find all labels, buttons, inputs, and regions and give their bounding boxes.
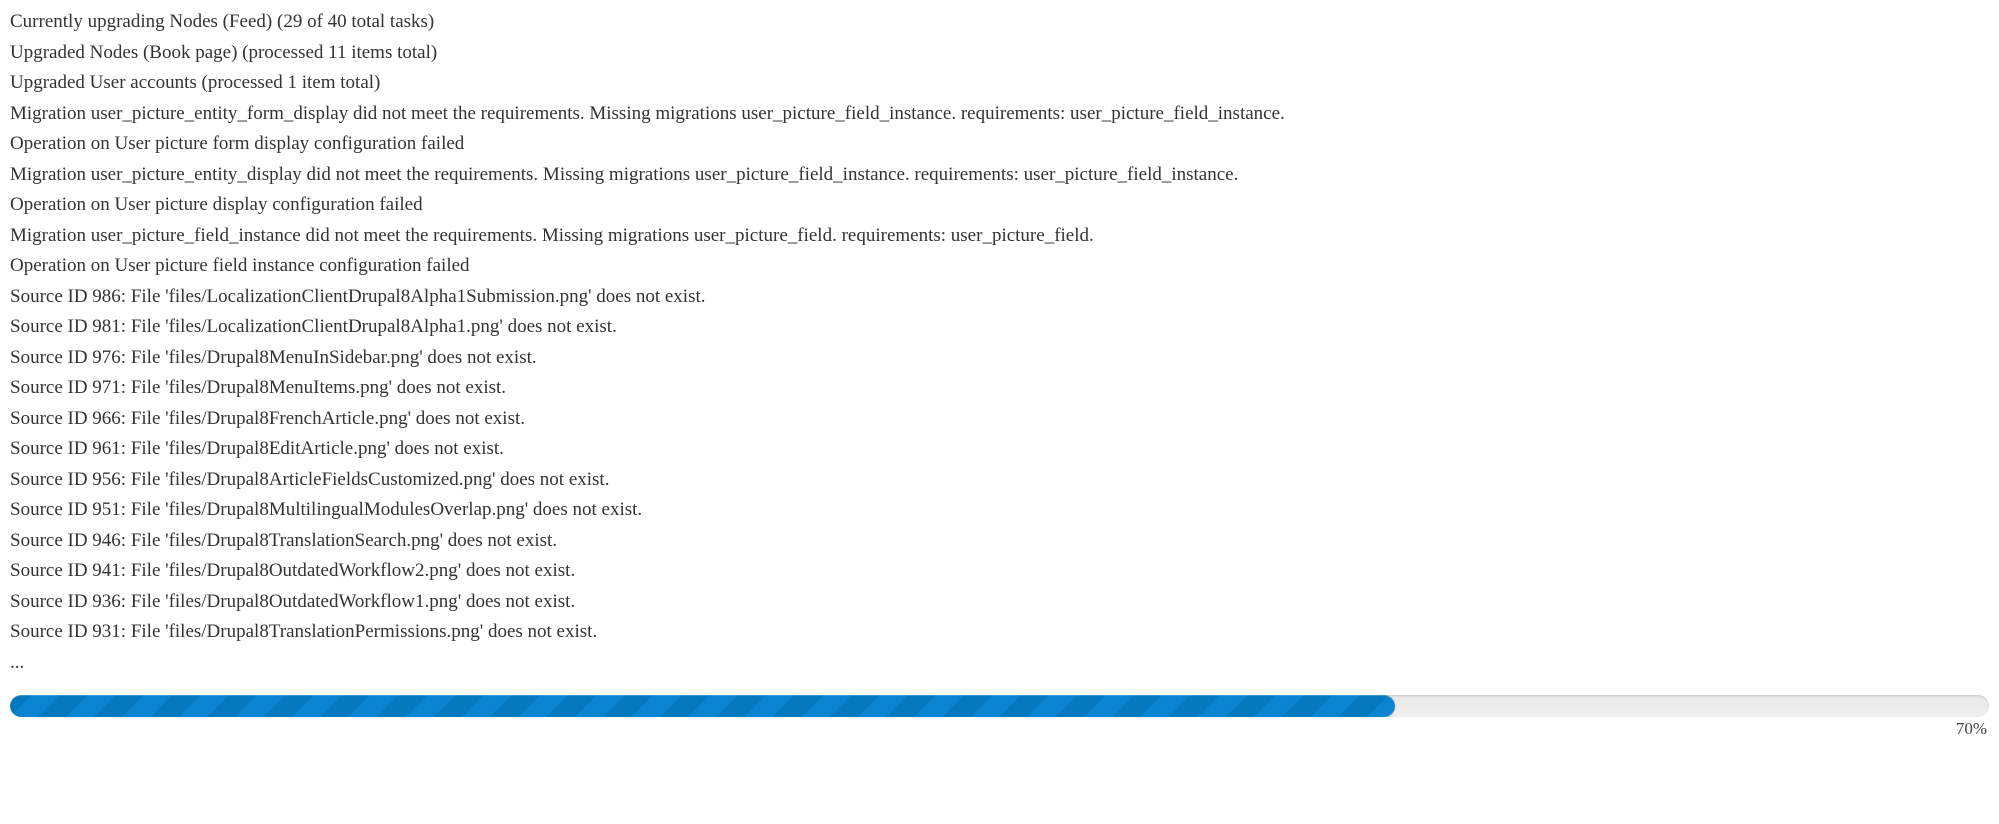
message-line: Upgraded User accounts (processed 1 item… — [10, 69, 1989, 98]
message-line: Source ID 936: File 'files/Drupal8Outdat… — [10, 588, 1989, 617]
message-line: Migration user_picture_entity_display di… — [10, 161, 1989, 190]
message-line: Migration user_picture_entity_form_displ… — [10, 100, 1989, 129]
message-line: Source ID 956: File 'files/Drupal8Articl… — [10, 466, 1989, 495]
message-line: Source ID 951: File 'files/Drupal8Multil… — [10, 496, 1989, 525]
message-line: Operation on User picture field instance… — [10, 252, 1989, 281]
message-line: Operation on User picture display config… — [10, 191, 1989, 220]
message-line: Source ID 976: File 'files/Drupal8MenuIn… — [10, 344, 1989, 373]
message-line: ... — [10, 649, 1989, 678]
message-line: Source ID 941: File 'files/Drupal8Outdat… — [10, 557, 1989, 586]
message-line: Operation on User picture form display c… — [10, 130, 1989, 159]
message-line: Source ID 961: File 'files/Drupal8EditAr… — [10, 435, 1989, 464]
message-line: Source ID 966: File 'files/Drupal8French… — [10, 405, 1989, 434]
message-line: Source ID 946: File 'files/Drupal8Transl… — [10, 527, 1989, 556]
progress-container: 70% — [10, 695, 1989, 739]
progress-bar-fill — [10, 695, 1395, 717]
migration-messages: Currently upgrading Nodes (Feed) (29 of … — [10, 8, 1989, 677]
progress-bar-track — [10, 695, 1989, 717]
message-line: Currently upgrading Nodes (Feed) (29 of … — [10, 8, 1989, 37]
message-line: Migration user_picture_field_instance di… — [10, 222, 1989, 251]
progress-percentage-label: 70% — [10, 719, 1989, 739]
message-line: Source ID 981: File 'files/LocalizationC… — [10, 313, 1989, 342]
message-line: Source ID 931: File 'files/Drupal8Transl… — [10, 618, 1989, 647]
message-line: Upgraded Nodes (Book page) (processed 11… — [10, 39, 1989, 68]
message-line: Source ID 971: File 'files/Drupal8MenuIt… — [10, 374, 1989, 403]
message-line: Source ID 986: File 'files/LocalizationC… — [10, 283, 1989, 312]
